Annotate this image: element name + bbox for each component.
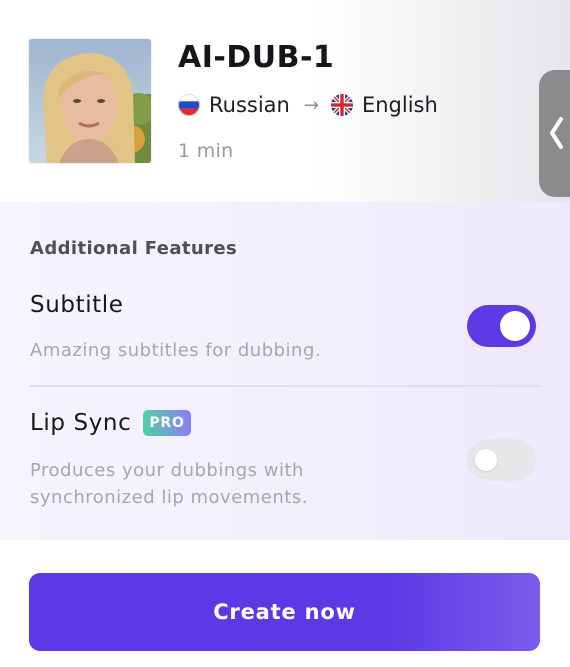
- subtitle-label: Subtitle: [30, 292, 124, 318]
- arrow-right-icon: →: [303, 94, 319, 116]
- source-language: Russian: [209, 93, 290, 117]
- project-title: AI-DUB-1: [178, 40, 335, 75]
- lip-sync-label: Lip Sync: [30, 410, 132, 436]
- toggle-knob: [475, 449, 497, 471]
- lip-sync-toggle[interactable]: [467, 439, 536, 481]
- russia-flag-icon: [178, 94, 200, 116]
- additional-features-panel: Additional Features Subtitle Amazing sub…: [0, 202, 570, 540]
- side-collapse-tab[interactable]: [539, 70, 570, 197]
- language-pair: Russian → English: [178, 92, 438, 118]
- toggle-knob: [500, 311, 530, 341]
- project-header: AI-DUB-1 Russian → English 1 min: [0, 0, 570, 202]
- lip-sync-feature-name: Lip Sync PRO: [30, 410, 191, 436]
- chevron-left-icon: [550, 117, 563, 149]
- uk-flag-icon: [330, 94, 353, 116]
- duration-label: 1 min: [178, 140, 234, 162]
- create-now-button[interactable]: Create now: [29, 573, 540, 651]
- lip-sync-description-line-2: synchronized lip movements.: [30, 487, 308, 508]
- subtitle-feature-name: Subtitle: [30, 292, 124, 318]
- divider: [30, 385, 542, 387]
- section-title: Additional Features: [30, 238, 238, 259]
- subtitle-description: Amazing subtitles for dubbing.: [30, 340, 322, 361]
- video-thumbnail[interactable]: [29, 39, 151, 163]
- lip-sync-description: Produces your dubbings with synchronized…: [30, 457, 308, 511]
- pro-badge: PRO: [143, 410, 191, 436]
- lip-sync-description-line-1: Produces your dubbings with: [30, 460, 304, 481]
- target-language: English: [361, 93, 438, 117]
- subtitle-toggle[interactable]: [467, 305, 536, 347]
